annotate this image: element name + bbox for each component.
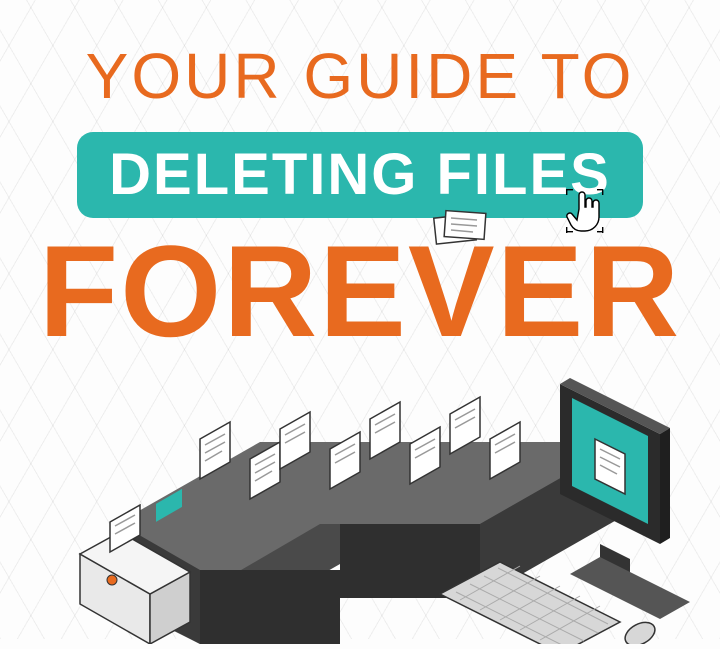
paper-stack-icon: [429, 206, 499, 251]
isometric-illustration: [0, 344, 720, 649]
pill-wrap: DELETING FILES: [77, 132, 643, 218]
monitor-icon: [560, 378, 690, 619]
title-line-3: FOREVER: [39, 226, 681, 356]
mouse-icon: [621, 618, 659, 644]
title-pill: DELETING FILES: [77, 132, 643, 218]
title-line-1: YOUR GUIDE TO: [0, 44, 720, 108]
hero-title-block: YOUR GUIDE TO DELETING FILES: [0, 0, 720, 356]
forever-wrap: FOREVER: [39, 226, 681, 356]
